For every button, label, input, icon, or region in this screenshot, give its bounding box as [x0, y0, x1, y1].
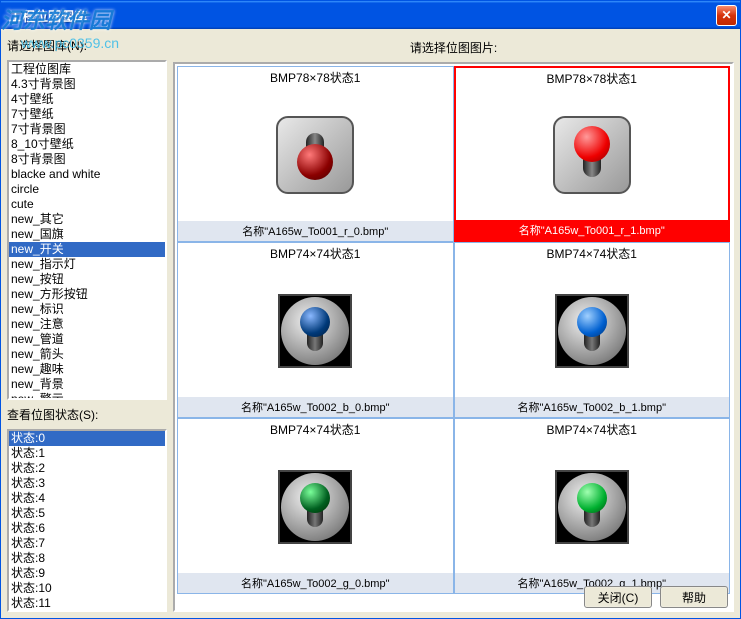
library-item[interactable]: 7寸壁纸	[9, 107, 165, 122]
library-item[interactable]: new_管道	[9, 332, 165, 347]
cell-header: BMP74×74状态1	[270, 419, 360, 440]
toggle-switch-icon	[555, 294, 629, 368]
state-label: 查看位图状态(S):	[7, 404, 167, 425]
state-item[interactable]: 状态:8	[9, 551, 165, 566]
cell-image	[553, 89, 631, 220]
cell-image	[278, 264, 352, 397]
library-item[interactable]: 工程位图库	[9, 62, 165, 77]
cell-filename: 名称"A165w_To001_r_0.bmp"	[178, 221, 453, 241]
titlebar[interactable]: 工程位图图库 ✕	[1, 1, 740, 29]
state-item[interactable]: 状态:11	[9, 596, 165, 611]
state-item[interactable]: 状态:3	[9, 476, 165, 491]
close-button[interactable]: 关闭(C)	[584, 586, 652, 608]
footer-buttons: 关闭(C) 帮助	[584, 586, 728, 608]
library-item[interactable]: new_趣味	[9, 362, 165, 377]
state-item[interactable]: 状态:2	[9, 461, 165, 476]
toggle-switch-icon	[278, 470, 352, 544]
state-listbox[interactable]: 状态:0状态:1状态:2状态:3状态:4状态:5状态:6状态:7状态:8状态:9…	[7, 429, 167, 612]
left-column: 请选择图库(N): 工程位图库4.3寸背景图4寸壁纸7寸壁纸7寸背景图8_10寸…	[7, 35, 167, 612]
state-item[interactable]: 状态:6	[9, 521, 165, 536]
image-cell[interactable]: BMP74×74状态1 名称"A165w_To002_g_0.bmp"	[177, 418, 454, 594]
toggle-switch-icon	[276, 116, 354, 194]
library-item[interactable]: new_警示	[9, 392, 165, 400]
library-listbox[interactable]: 工程位图库4.3寸背景图4寸壁纸7寸壁纸7寸背景图8_10寸壁纸8寸背景图bla…	[7, 60, 167, 400]
state-item[interactable]: 状态:7	[9, 536, 165, 551]
image-cell[interactable]: BMP74×74状态1名称"A165w_To002_g_1.bmp"	[454, 418, 731, 594]
state-item[interactable]: 状态:5	[9, 506, 165, 521]
library-item[interactable]: 4寸壁纸	[9, 92, 165, 107]
library-item[interactable]: new_背景	[9, 377, 165, 392]
library-item[interactable]: new_指示灯	[9, 257, 165, 272]
library-item[interactable]: new_国旗	[9, 227, 165, 242]
library-item[interactable]: cute	[9, 197, 165, 212]
library-item[interactable]: new_开关	[9, 242, 165, 257]
state-item[interactable]: 状态:0	[9, 431, 165, 446]
cell-header: BMP74×74状态1	[547, 243, 637, 264]
cell-image	[276, 88, 354, 221]
toggle-switch-icon	[553, 116, 631, 194]
library-item[interactable]: new_方形按钮	[9, 287, 165, 302]
library-item[interactable]: new_箭头	[9, 347, 165, 362]
cell-header: BMP74×74状态1	[547, 419, 637, 440]
library-item[interactable]: new_标识	[9, 302, 165, 317]
library-item[interactable]: new_按钮	[9, 272, 165, 287]
toggle-switch-icon	[555, 470, 629, 544]
toggle-switch-icon	[278, 294, 352, 368]
cell-image	[555, 440, 629, 573]
cell-filename: 名称"A165w_To002_b_1.bmp"	[455, 397, 730, 417]
cell-image	[555, 264, 629, 397]
cell-header: BMP74×74状态1	[270, 243, 360, 264]
state-item[interactable]: 状态:1	[9, 446, 165, 461]
image-cell[interactable]: BMP74×74状态1 名称"A165w_To002_b_0.bmp"	[177, 242, 454, 418]
state-item[interactable]: 状态:12	[9, 611, 165, 612]
image-cell[interactable]: BMP74×74状态1 名称"A165w_To002_b_1.bmp"	[454, 242, 731, 418]
window-title: 工程位图图库	[9, 6, 87, 25]
help-button[interactable]: 帮助	[660, 586, 728, 608]
content-area: 请选择图库(N): 工程位图库4.3寸背景图4寸壁纸7寸壁纸7寸背景图8_10寸…	[1, 29, 740, 618]
close-icon[interactable]: ✕	[716, 5, 737, 26]
library-item[interactable]: 4.3寸背景图	[9, 77, 165, 92]
image-grid: BMP78×78状态1名称"A165w_To001_r_0.bmp"BMP78×…	[177, 66, 730, 594]
image-cell[interactable]: BMP78×78状态1 名称"A165w_To001_r_1.bmp"	[454, 66, 731, 242]
image-select-label: 请选择位图图片:	[173, 35, 734, 62]
cell-filename: 名称"A165w_To002_b_0.bmp"	[178, 397, 453, 417]
library-label: 请选择图库(N):	[7, 35, 167, 56]
dialog-window: 工程位图图库 ✕ 河东软件园 www.pc0359.cn 请选择图库(N): 工…	[0, 0, 741, 619]
state-item[interactable]: 状态:9	[9, 566, 165, 581]
library-item[interactable]: 8寸背景图	[9, 152, 165, 167]
image-grid-container[interactable]: BMP78×78状态1名称"A165w_To001_r_0.bmp"BMP78×…	[173, 62, 734, 612]
cell-filename: 名称"A165w_To002_g_0.bmp"	[178, 573, 453, 593]
library-item[interactable]: 7寸背景图	[9, 122, 165, 137]
cell-header: BMP78×78状态1	[547, 68, 637, 89]
state-item[interactable]: 状态:10	[9, 581, 165, 596]
library-item[interactable]: blacke and white	[9, 167, 165, 182]
cell-header: BMP78×78状态1	[270, 67, 360, 88]
cell-filename: 名称"A165w_To001_r_1.bmp"	[456, 220, 729, 240]
right-column: 请选择位图图片: BMP78×78状态1 名称"A165w_To001_r_0.b…	[173, 35, 734, 612]
library-item[interactable]: 8_10寸壁纸	[9, 137, 165, 152]
image-cell[interactable]: BMP78×78状态1 名称"A165w_To001_r_0.bmp"	[177, 66, 454, 242]
state-item[interactable]: 状态:4	[9, 491, 165, 506]
cell-image	[278, 440, 352, 573]
library-item[interactable]: new_注意	[9, 317, 165, 332]
library-item[interactable]: circle	[9, 182, 165, 197]
library-item[interactable]: new_其它	[9, 212, 165, 227]
